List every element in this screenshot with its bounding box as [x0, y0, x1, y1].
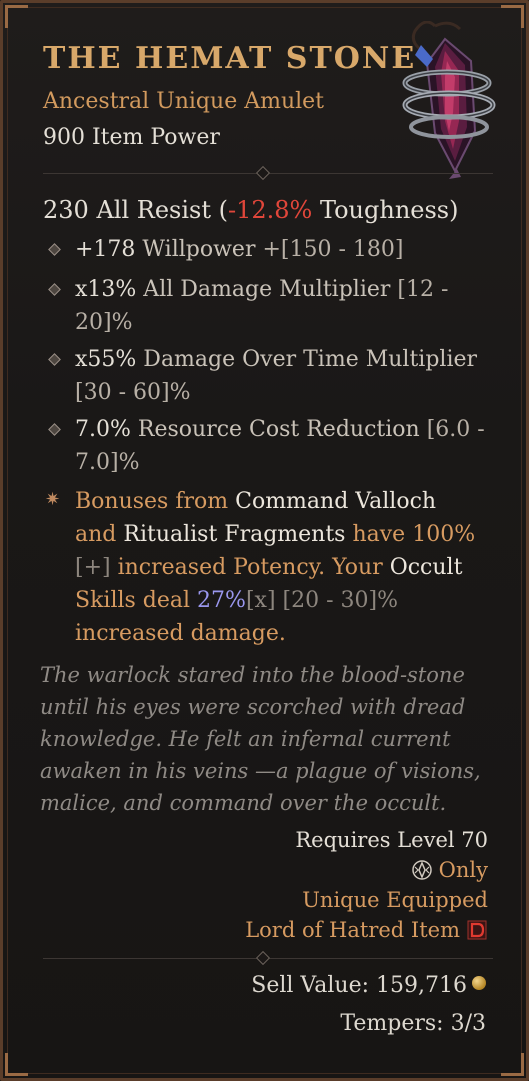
unique-text: increased damage.: [75, 621, 286, 646]
divider: [43, 165, 493, 181]
resist-tail: Toughness): [312, 196, 459, 224]
gold-coin-icon: [472, 976, 486, 990]
unique-text: Skills deal: [75, 588, 198, 613]
unique-value: 100%: [412, 522, 476, 547]
expansion-item: Lord of Hatred Item: [245, 918, 488, 942]
toughness-change: -12.8%: [227, 196, 313, 224]
affix-dot-damage: x55% Damage Over Time Multiplier [30 - 6…: [75, 343, 485, 409]
item-type: Ancestral Unique Amulet: [43, 89, 325, 114]
expansion-d-icon: [467, 920, 487, 940]
divider: [43, 950, 493, 966]
all-resist-stat: 230 All Resist (-12.8% Toughness): [43, 196, 458, 224]
flavor-text: The warlock stared into the blood-stone …: [40, 663, 481, 815]
affix-all-damage: x13% All Damage Multiplier [12 - 20]%: [75, 273, 485, 339]
unique-keyword: Ritualist Fragments: [123, 522, 346, 547]
amulet-image: [402, 21, 496, 179]
sell-value: Sell Value: 159,716: [251, 973, 486, 998]
required-level: Requires Level 70: [295, 828, 488, 852]
affix-willpower: +178 Willpower +[150 - 180]: [75, 233, 485, 266]
resist-value: 230 All Resist (: [43, 196, 228, 224]
unique-marker: [x]: [245, 588, 276, 613]
unique-text: Bonuses from: [75, 489, 236, 514]
unique-marker: [+]: [75, 555, 111, 580]
affix-name: Resource Cost Reduction: [130, 417, 427, 442]
item-name: THE HEMAT STONE: [43, 41, 417, 76]
affix-range: [30 - 60]%: [75, 380, 191, 405]
diamond-bullet-icon: [48, 353, 61, 366]
affix-name: Willpower: [135, 237, 263, 262]
sell-value-text: Sell Value: 159,716: [251, 973, 467, 998]
affix-value: x13%: [75, 277, 137, 302]
unique-keyword: Occult: [389, 555, 463, 580]
affix-value: x55%: [75, 347, 137, 372]
item-tooltip: THE HEMAT STONE Ancestral Unique Amulet …: [0, 0, 529, 1081]
affix-range: +[150 - 180]: [262, 237, 404, 262]
expansion-label: Lord of Hatred Item: [245, 918, 460, 942]
class-icon: [411, 860, 432, 880]
unique-keyword: Command Valloch: [235, 489, 437, 514]
unique-range: [20 - 30]%: [275, 588, 399, 613]
tempers-count: Tempers: 3/3: [340, 1011, 486, 1036]
frame-corner: [5, 1053, 28, 1076]
diamond-bullet-icon: [48, 283, 61, 296]
affix-resource-cost: 7.0% Resource Cost Reduction [6.0 - 7.0]…: [75, 413, 485, 479]
unique-text: increased Potency. Your: [110, 555, 390, 580]
frame-corner: [5, 5, 28, 28]
unique-text: have: [345, 522, 413, 547]
affix-name: All Damage Multiplier: [136, 277, 398, 302]
frame-corner: [501, 1053, 524, 1076]
unique-equipped: Unique Equipped: [302, 888, 488, 912]
unique-star-icon: ✷: [45, 489, 61, 510]
unique-power: Bonuses from Command Valloch and Rituali…: [75, 485, 485, 650]
item-power: 900 Item Power: [43, 125, 220, 150]
affix-name: Damage Over Time Multiplier: [136, 347, 478, 372]
affix-value: 7.0%: [75, 417, 131, 442]
affix-value: +178: [75, 237, 136, 262]
class-only-label: Only: [438, 858, 488, 882]
diamond-bullet-icon: [48, 423, 61, 436]
diamond-bullet-icon: [48, 243, 61, 256]
unique-value: 27%: [197, 588, 246, 613]
class-restriction: Only: [411, 858, 488, 882]
unique-text: and: [75, 522, 124, 547]
